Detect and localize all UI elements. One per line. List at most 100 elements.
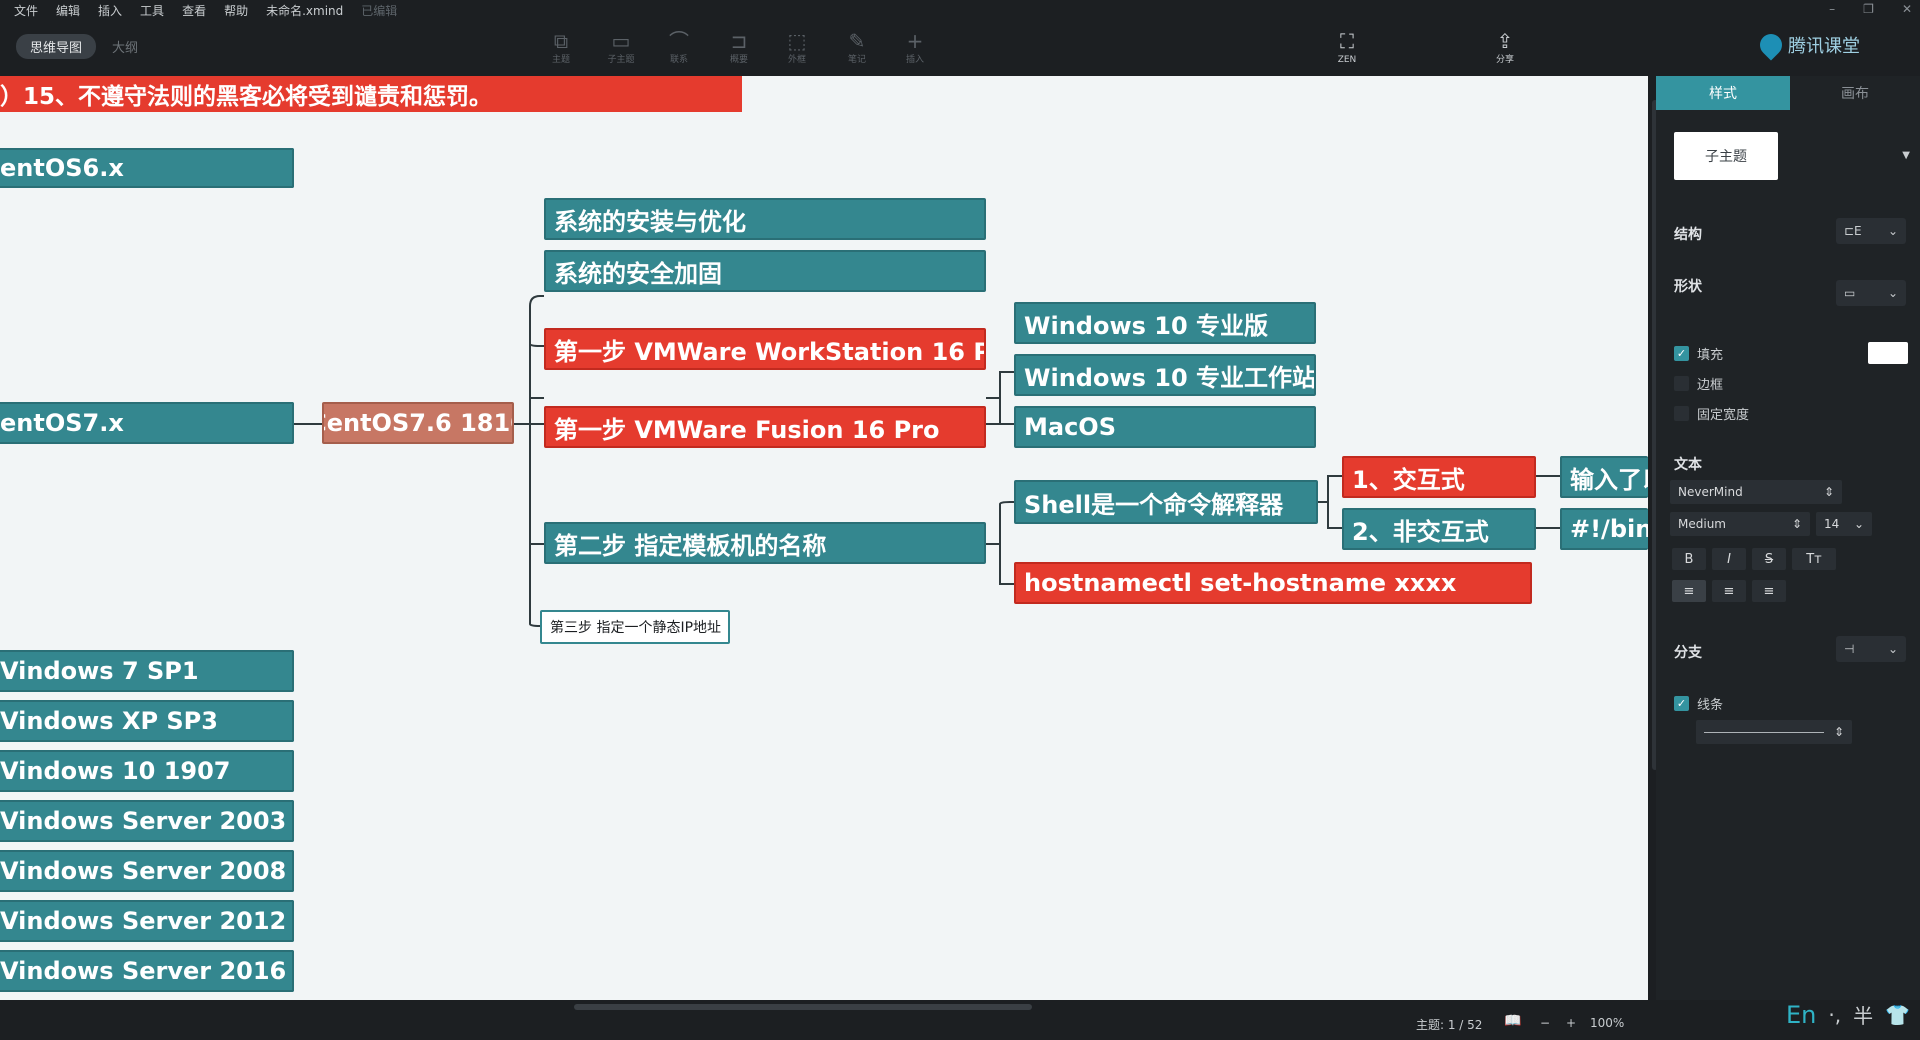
- mindmap-canvas[interactable]: ）15、不遵守法则的黑客必将受到谴责和惩罚。 entOS6.x entOS7.x…: [0, 76, 1648, 1000]
- fill-color-swatch[interactable]: [1868, 342, 1908, 364]
- topic-centos7[interactable]: entOS7.x: [0, 402, 294, 444]
- topic-win10-1907[interactable]: Vindows 10 1907: [0, 750, 294, 792]
- align-left-button[interactable]: ≡: [1672, 580, 1706, 602]
- restore-icon[interactable]: ❐: [1863, 2, 1874, 16]
- topic-win10-workstation[interactable]: Windows 10 专业工作站版: [1014, 354, 1316, 396]
- toolbar: 思维导图 大纲 ⧉ 主题 ▭ 子主题 ⌒ 联系 ⊐ 概要 ⬚ 外框 ✎ 笔记 +…: [0, 22, 1920, 76]
- window-controls: – ❐ ✕: [1829, 2, 1912, 16]
- topic-template-name[interactable]: 第二步 指定模板机的名称: [544, 522, 986, 564]
- strikethrough-button[interactable]: S: [1752, 548, 1786, 570]
- border-checkbox[interactable]: [1674, 376, 1689, 391]
- font-weight-select[interactable]: Medium ⇕: [1670, 512, 1810, 536]
- ime-width[interactable]: 半: [1853, 1000, 1873, 1029]
- line-option[interactable]: ✓ 线条: [1674, 694, 1723, 713]
- ime-language[interactable]: En: [1786, 1001, 1816, 1029]
- fill-option[interactable]: ✓ 填充: [1674, 344, 1723, 363]
- zoom-level[interactable]: 100%: [1590, 1016, 1624, 1030]
- ime-indicator: En ·, 半 👕: [1786, 1000, 1910, 1029]
- structure-select[interactable]: ⊏E ⌄: [1836, 218, 1906, 244]
- topic-win2008[interactable]: Vindows Server 2008 R2: [0, 850, 294, 892]
- updown-icon: ⇕: [1833, 725, 1844, 739]
- topic-winxp[interactable]: Vindows XP SP3: [0, 700, 294, 742]
- topic-hostnamectl[interactable]: hostnamectl set-hostname xxxx: [1014, 562, 1532, 604]
- bold-button[interactable]: B: [1672, 548, 1706, 570]
- italic-button[interactable]: I: [1712, 548, 1746, 570]
- fill-checkbox[interactable]: ✓: [1674, 346, 1689, 361]
- brand-watermark: 腾讯课堂: [1755, 29, 1860, 61]
- text-case-button[interactable]: Tт: [1792, 548, 1836, 570]
- banner-topic[interactable]: ）15、不遵守法则的黑客必将受到谴责和惩罚。: [0, 76, 742, 112]
- topic-interactive-child[interactable]: 输入了以: [1560, 456, 1648, 498]
- border-option[interactable]: 边框: [1674, 374, 1723, 393]
- topic-win2012[interactable]: Vindows Server 2012 R2: [0, 900, 294, 942]
- menu-tools[interactable]: 工具: [140, 2, 164, 19]
- share-icon: ⇪: [1496, 29, 1514, 53]
- topic-centos6[interactable]: entOS6.x: [0, 148, 294, 188]
- topic-centos76[interactable]: CentOS7.6 1810: [322, 402, 514, 444]
- caret-down-icon[interactable]: ▼: [1902, 150, 1910, 161]
- tab-outline[interactable]: 大纲: [96, 34, 154, 59]
- note-button[interactable]: ✎ 笔记: [832, 28, 882, 66]
- menu-help[interactable]: 帮助: [224, 2, 248, 19]
- topic-vmware-fusion[interactable]: 第一步 VMWare Fusion 16 Pro: [544, 406, 986, 448]
- topic-shell[interactable]: Shell是一个命令解释器: [1014, 480, 1318, 524]
- topic-install-optimize[interactable]: 系统的安装与优化: [544, 198, 986, 240]
- view-toggle: 思维导图 大纲: [16, 33, 154, 59]
- tab-style[interactable]: 样式: [1656, 76, 1790, 110]
- topic-count: 主题: 1 / 52: [1416, 1018, 1483, 1032]
- menu-file[interactable]: 文件: [14, 2, 38, 19]
- fixed-width-option[interactable]: 固定宽度: [1674, 404, 1749, 423]
- zoom-in-icon[interactable]: +: [1566, 1016, 1576, 1030]
- boundary-button[interactable]: ⬚ 外框: [772, 28, 822, 66]
- topic-vmware-workstation[interactable]: 第一步 VMWare WorkStation 16 Pro: [544, 328, 986, 370]
- close-icon[interactable]: ✕: [1902, 2, 1912, 16]
- summary-button[interactable]: ⊐ 概要: [714, 28, 764, 66]
- branch-select[interactable]: ⊣ ⌄: [1836, 636, 1906, 662]
- topic-win2016[interactable]: Vindows Server 2016: [0, 950, 294, 992]
- line-checkbox[interactable]: ✓: [1674, 696, 1689, 711]
- zen-button[interactable]: ⛶ ZEN: [1322, 28, 1372, 66]
- border-label: 边框: [1697, 378, 1724, 393]
- topic-interactive[interactable]: 1、交互式: [1342, 456, 1536, 498]
- align-center-button[interactable]: ≡: [1712, 580, 1746, 602]
- format-panel: 样式 画布 子主题 ▼ 结构 ⊏E ⌄ 形状 ▭ ⌄ ✓ 填充 边框 固定宽度 文本…: [1656, 76, 1920, 1000]
- tab-canvas[interactable]: 画布: [1790, 76, 1920, 110]
- relationship-icon: ⌒: [669, 29, 689, 53]
- align-right-button[interactable]: ≡: [1752, 580, 1786, 602]
- zoom-out-icon[interactable]: −: [1540, 1016, 1550, 1030]
- menu-view[interactable]: 查看: [182, 2, 206, 19]
- relationship-button[interactable]: ⌒ 联系: [654, 28, 704, 66]
- subtopic-button[interactable]: ▭ 子主题: [596, 28, 646, 66]
- chevron-down-icon: ⌄: [1887, 224, 1898, 238]
- book-icon[interactable]: 📖: [1504, 1013, 1521, 1029]
- share-label: 分享: [1495, 55, 1514, 65]
- line-style-preview: [1704, 731, 1824, 733]
- insert-button[interactable]: + 插入: [890, 28, 940, 66]
- topic-macos[interactable]: MacOS: [1014, 406, 1316, 448]
- topic-shebang[interactable]: #!/bin/: [1560, 508, 1648, 550]
- minimize-icon[interactable]: –: [1829, 2, 1835, 16]
- tab-mindmap[interactable]: 思维导图: [16, 33, 97, 59]
- topic-win7[interactable]: Vindows 7 SP1: [0, 650, 294, 692]
- relationship-label: 联系: [669, 55, 688, 65]
- note-icon: ✎: [848, 29, 866, 53]
- topic-win2003[interactable]: Vindows Server 2003 R2: [0, 800, 294, 842]
- topic-static-ip[interactable]: 第三步 指定一个静态IP地址: [540, 610, 730, 644]
- menu-edit[interactable]: 编辑: [56, 2, 80, 19]
- chevron-down-icon: ⌄: [1853, 517, 1864, 531]
- topic-button[interactable]: ⧉ 主题: [536, 28, 586, 66]
- share-button[interactable]: ⇪ 分享: [1480, 28, 1530, 66]
- ime-skin-icon[interactable]: 👕: [1885, 1003, 1910, 1027]
- ime-punct-icon[interactable]: ·,: [1828, 1003, 1841, 1027]
- font-size-select[interactable]: 14 ⌄: [1816, 512, 1872, 536]
- line-style-select[interactable]: ⇕: [1696, 720, 1852, 744]
- fixed-width-checkbox[interactable]: [1674, 406, 1689, 421]
- shape-select[interactable]: ▭ ⌄: [1836, 280, 1906, 306]
- topic-win10-pro[interactable]: Windows 10 专业版: [1014, 302, 1316, 344]
- topic-non-interactive[interactable]: 2、非交互式: [1342, 508, 1536, 550]
- topic-security-hardening[interactable]: 系统的安全加固: [544, 250, 986, 292]
- menu-insert[interactable]: 插入: [98, 2, 122, 19]
- shape-label: 形状: [1674, 279, 1702, 295]
- style-preview[interactable]: 子主题: [1674, 132, 1778, 180]
- font-family-select[interactable]: NeverMind ⇕: [1670, 480, 1842, 504]
